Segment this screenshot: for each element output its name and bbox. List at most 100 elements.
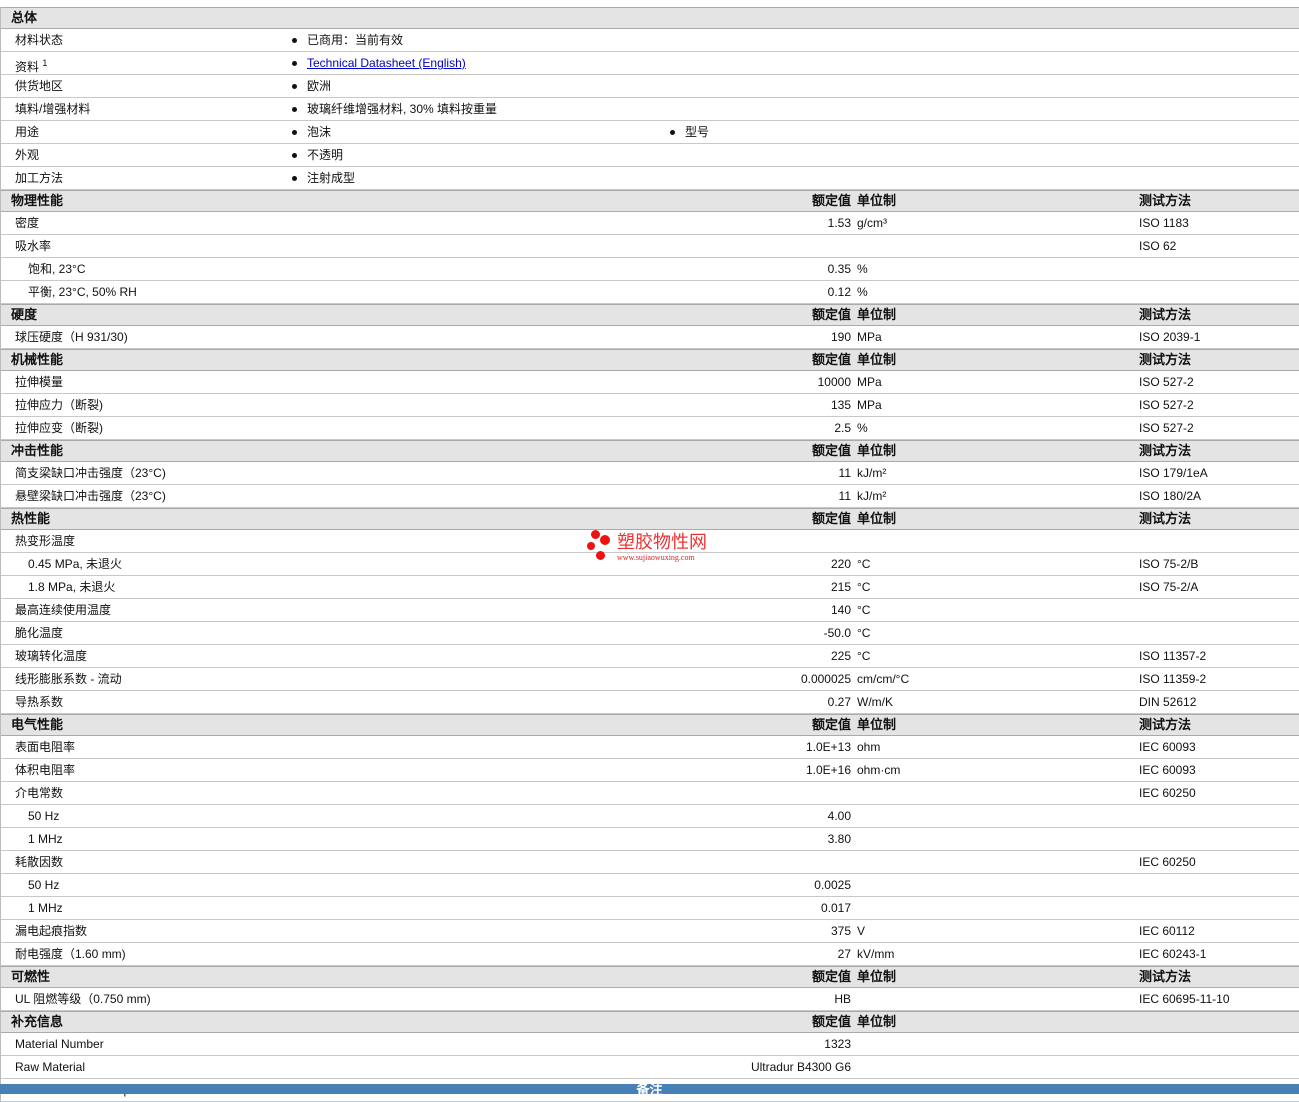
property-value: 4.00: [827, 809, 851, 823]
property-label: 球压硬度（H 931/30): [15, 326, 128, 348]
property-label: 外观: [15, 144, 39, 166]
property-label-text: 拉伸应力（断裂): [15, 398, 103, 412]
test-method: IEC 60695-11-10: [1139, 992, 1230, 1006]
test-method: ISO 180/2A: [1139, 489, 1202, 503]
section-header: 可燃性 额定值 单位制 测试方法: [1, 966, 1299, 988]
table-row: 简支梁缺口冲击强度（23°C) 11 kJ/m² ISO 179/1eA: [1, 462, 1299, 485]
property-unit: MPa: [857, 330, 882, 344]
property-label-text: Raw Material: [15, 1060, 86, 1074]
bullet-item: 注射成型: [292, 167, 355, 189]
bullet-item: 型号: [670, 121, 709, 143]
property-label: 体积电阻率: [15, 759, 75, 781]
table-row: 最高连续使用温度 140 °C: [1, 599, 1299, 622]
property-value: 1.0E+13: [805, 740, 851, 754]
table-row: 平衡, 23°C, 50% RH 0.12%: [1, 281, 1299, 304]
property-value: Ultradur B4300 G6: [750, 1060, 851, 1074]
property-label-text: 介电常数: [15, 786, 64, 800]
property-value: 135: [830, 398, 851, 412]
col-header-value: 额定值: [811, 193, 851, 208]
table-row: 线形膨胀系数 - 流动 0.000025 cm/cm/°C ISO 11359-2: [1, 668, 1299, 691]
property-unit: %: [857, 421, 868, 435]
property-label: 50 Hz: [28, 805, 59, 827]
property-unit: °C: [857, 557, 871, 571]
property-label: 拉伸应力（断裂): [15, 394, 103, 416]
notes-bar: 备注: [0, 1084, 1299, 1094]
bullet-item: 泡沫: [292, 121, 331, 143]
property-value: 10000: [817, 375, 851, 389]
section-header: 物理性能 额定值 单位制 测试方法: [1, 190, 1299, 212]
test-method: ISO 1183: [1139, 216, 1189, 230]
test-method: IEC 60112: [1139, 924, 1195, 938]
bullet-item: 玻璃纤维增强材料, 30% 填料按重量: [292, 98, 497, 120]
property-value: 225: [830, 649, 851, 663]
property-label-text: 线形膨胀系数 - 流动: [15, 672, 122, 686]
property-value: 190: [830, 330, 851, 344]
property-label-text: 密度: [15, 216, 40, 230]
table-row: Raw Material Ultradur B4300 G6: [1, 1056, 1299, 1079]
property-value: 11: [838, 489, 851, 503]
col-header-unit: 单位制: [857, 717, 897, 732]
bullet-text: 型号: [685, 125, 710, 139]
property-label-text: 导热系数: [15, 695, 64, 709]
property-label-text: 热变形温度: [15, 534, 76, 548]
table-row: 1 MHz 3.80: [1, 828, 1299, 851]
col-header-value: 额定值: [811, 717, 851, 732]
property-label: 吸水率: [15, 235, 51, 257]
property-label: 悬壁梁缺口冲击强度（23°C): [15, 485, 166, 507]
col-header-value: 额定值: [811, 352, 851, 367]
bullet-icon: [292, 153, 297, 159]
test-method: ISO 75-2/B: [1139, 557, 1199, 571]
notes-label: 备注: [636, 1084, 663, 1094]
property-label: Material Number: [15, 1033, 104, 1055]
property-label: 1 MHz: [28, 897, 63, 919]
datasheet-link[interactable]: Technical Datasheet (English): [307, 56, 466, 70]
test-method: DIN 52612: [1139, 695, 1197, 709]
property-label-text: 外观: [15, 148, 40, 162]
property-unit: %: [857, 285, 868, 299]
test-method: ISO 2039-1: [1139, 330, 1201, 344]
property-unit: °C: [857, 626, 871, 640]
property-value: 2.5: [834, 421, 851, 435]
test-method: ISO 62: [1139, 239, 1177, 253]
property-label: 用途: [15, 121, 39, 143]
property-label: 填料/增强材料: [15, 98, 90, 120]
table-row: 耐电强度（1.60 mm) 27 kV/mm IEC 60243-1: [1, 943, 1299, 966]
property-label: 拉伸模量: [15, 371, 63, 393]
property-label: 介电常数: [15, 782, 63, 804]
property-label: 导热系数: [15, 691, 63, 713]
bullet-text: 泡沫: [307, 125, 332, 139]
col-header-unit: 单位制: [857, 352, 897, 367]
property-value: 1.0E+16: [805, 763, 851, 777]
property-label-text: 用途: [15, 125, 40, 139]
bullet-text: 欧洲: [307, 79, 332, 93]
table-row: 密度 1.53 g/cm³ ISO 1183: [1, 212, 1299, 235]
property-label: 表面电阻率: [15, 736, 75, 758]
property-value: HB: [834, 992, 851, 1006]
test-method: ISO 179/1eA: [1139, 466, 1208, 480]
property-value: 1323: [824, 1037, 851, 1051]
property-unit: ohm: [857, 740, 881, 754]
test-method: ISO 527-2: [1139, 421, 1194, 435]
table-row: 50 Hz 0.0025: [1, 874, 1299, 897]
table-row: 吸水率 ISO 62: [1, 235, 1299, 258]
col-header-unit: 单位制: [857, 443, 897, 458]
property-unit: kJ/m²: [857, 466, 887, 480]
property-label: 0.45 MPa, 未退火: [28, 553, 122, 575]
watermark-url: www.sujiaowuxing.com: [617, 553, 695, 562]
bullet-icon: [292, 176, 297, 182]
property-label: 简支梁缺口冲击强度（23°C): [15, 462, 166, 484]
property-label: 玻璃转化温度: [15, 645, 87, 667]
test-method: IEC 60250: [1139, 786, 1196, 800]
col-header-method: 测试方法: [1139, 443, 1192, 458]
table-row: 表面电阻率 1.0E+13 ohm IEC 60093: [1, 736, 1299, 759]
property-label: 1 MHz: [28, 828, 63, 850]
property-label-text: 加工方法: [15, 171, 64, 185]
bullet-text: 注射成型: [307, 171, 356, 185]
property-label: 耗散因数: [15, 851, 63, 873]
property-label-text: 1 MHz: [28, 901, 63, 915]
table-row: 耗散因数 IEC 60250: [1, 851, 1299, 874]
watermark-text: 塑胶物性网: [617, 532, 707, 552]
table-row: 介电常数 IEC 60250: [1, 782, 1299, 805]
property-label: 加工方法: [15, 167, 63, 189]
col-header-unit: 单位制: [857, 1014, 897, 1029]
